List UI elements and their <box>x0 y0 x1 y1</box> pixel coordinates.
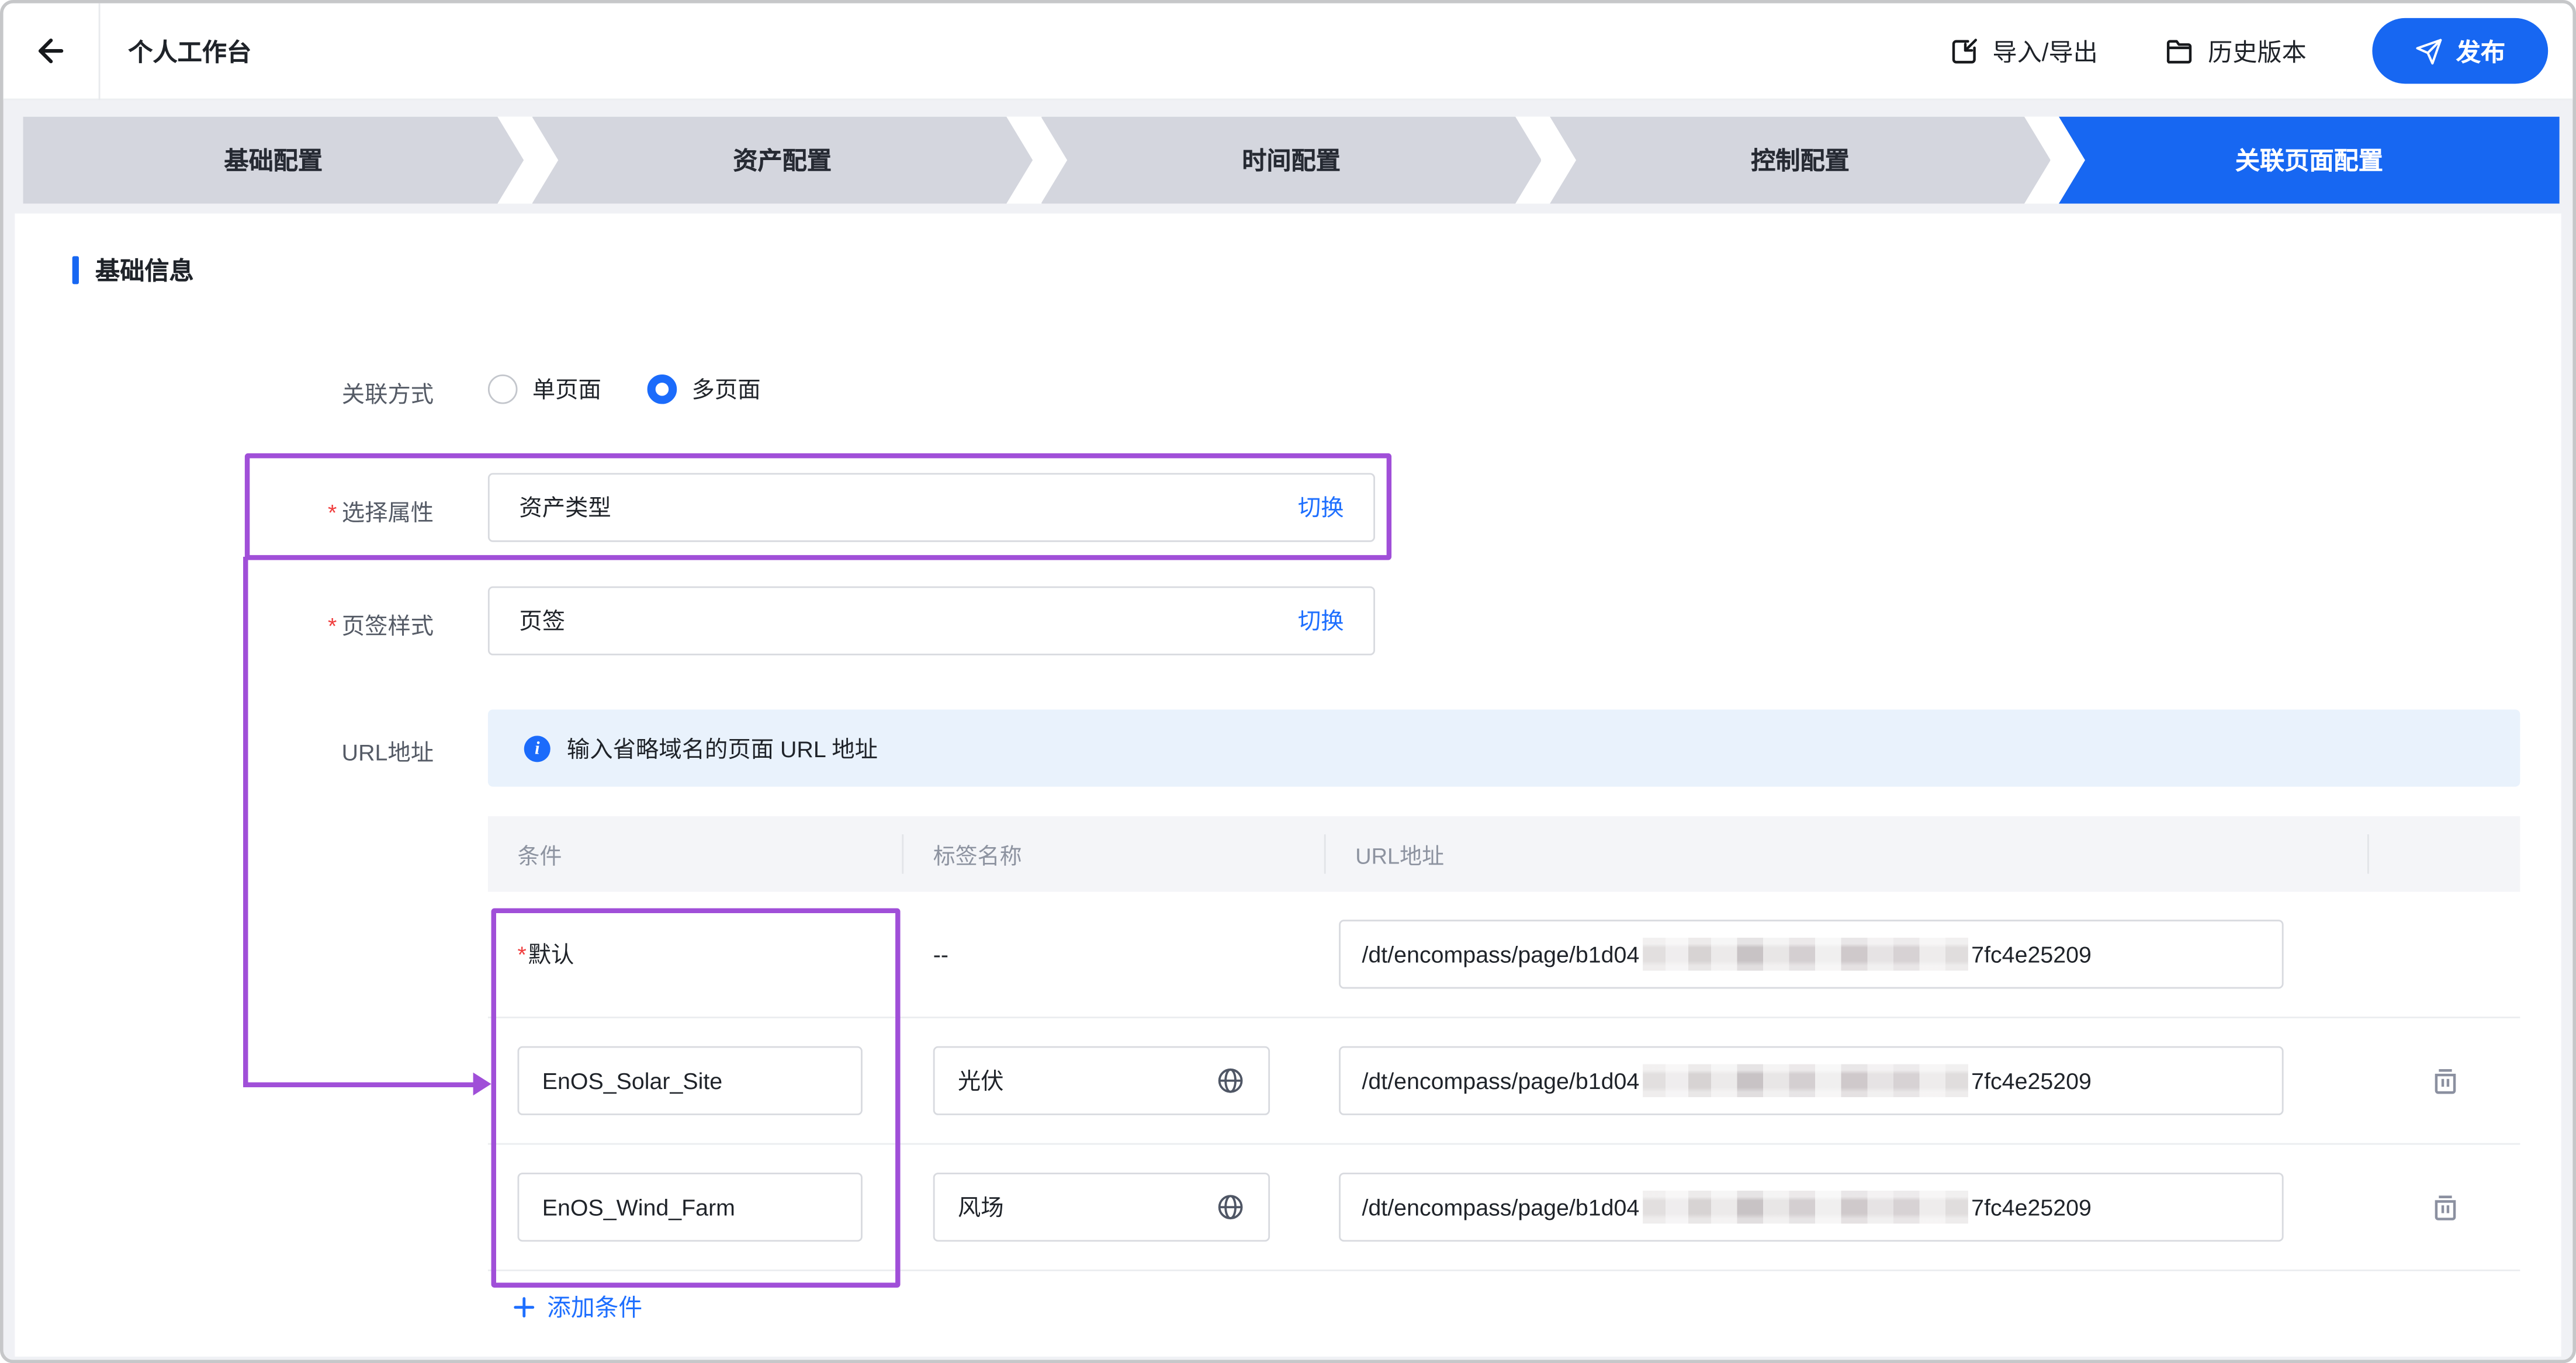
radio-multi-page-label: 多页面 <box>692 373 761 405</box>
top-bar: 个人工作台 导入/导出 历史版本 <box>4 4 2573 100</box>
import-export-icon <box>1948 35 1979 66</box>
url-cell: /dt/encompass/page/b1d04 7fc4e25209 <box>1326 1018 2369 1143</box>
column-header-condition: 条件 <box>488 816 903 892</box>
url-suffix: 7fc4e25209 <box>1971 1194 2092 1220</box>
url-input-default[interactable]: /dt/encompass/page/b1d04 7fc4e25209 <box>1339 920 2283 989</box>
tag-cell-wind: 风场 <box>903 1144 1325 1270</box>
tab-style-label: *页签样式 <box>15 609 434 642</box>
url-suffix: 7fc4e25209 <box>1971 1067 2092 1094</box>
url-input-wind[interactable]: /dt/encompass/page/b1d04 7fc4e25209 <box>1339 1173 2283 1241</box>
table-row-wind: EnOS_Wind_Farm 风场 /dt/encompass/pa <box>488 1144 2520 1271</box>
step-basic-config[interactable]: 基础配置 <box>23 117 524 204</box>
page-title: 个人工作台 <box>128 34 251 68</box>
app-window: 个人工作台 导入/导出 历史版本 <box>0 0 2576 1363</box>
select-attribute-field[interactable]: 资产类型 切换 <box>488 473 1375 542</box>
tag-cell-default: -- <box>903 892 1325 1017</box>
url-prefix: /dt/encompass/page/b1d04 <box>1362 1194 1639 1220</box>
actions-cell <box>2369 1018 2520 1143</box>
url-redacted-segment <box>1643 1191 1968 1223</box>
condition-default-text: 默认 <box>528 938 574 970</box>
publish-label: 发布 <box>2456 34 2505 68</box>
required-asterisk: * <box>518 941 527 967</box>
header-actions: 导入/导出 历史版本 发布 <box>1948 18 2573 84</box>
tag-cell-solar: 光伏 <box>903 1018 1325 1143</box>
url-input-solar[interactable]: /dt/encompass/page/b1d04 7fc4e25209 <box>1339 1046 2283 1115</box>
section-header: 基础信息 <box>72 253 194 287</box>
column-header-actions <box>2369 816 2520 892</box>
step-linked-page-config[interactable]: 关联页面配置 <box>2059 117 2560 204</box>
section-accent-bar <box>72 256 79 285</box>
url-prefix: /dt/encompass/page/b1d04 <box>1362 1067 1639 1094</box>
import-export-button[interactable]: 导入/导出 <box>1948 34 2098 68</box>
history-versions-button[interactable]: 历史版本 <box>2163 34 2307 68</box>
step-wizard: 基础配置 资产配置 时间配置 控制配置 关联页面配置 <box>23 117 2559 204</box>
add-condition-button[interactable]: 添加条件 <box>511 1289 642 1324</box>
radio-circle-selected[interactable] <box>648 374 677 404</box>
tab-style-switch-link[interactable]: 切换 <box>1298 605 1344 637</box>
required-asterisk: * <box>328 613 337 639</box>
select-attribute-value: 资产类型 <box>519 491 611 524</box>
tag-solar-text: 光伏 <box>958 1064 1004 1097</box>
tag-wind-text: 风场 <box>958 1191 1004 1223</box>
annotation-connector-horizontal <box>243 1083 475 1087</box>
url-redacted-segment <box>1643 938 1968 970</box>
table-header-row: 条件 标签名称 URL地址 <box>488 816 2520 892</box>
url-hint-text: 输入省略域名的页面 URL 地址 <box>567 731 878 764</box>
radio-single-page[interactable]: 单页面 <box>488 373 601 405</box>
condition-cell-default: * 默认 <box>488 892 903 1017</box>
info-icon: i <box>524 735 550 761</box>
plus-icon <box>511 1293 537 1320</box>
actions-cell <box>2369 1144 2520 1270</box>
section-title: 基础信息 <box>95 253 194 287</box>
step-control-config[interactable]: 控制配置 <box>1550 117 2051 204</box>
radio-single-page-label: 单页面 <box>532 373 601 405</box>
select-attribute-switch-link[interactable]: 切换 <box>1298 491 1344 524</box>
actions-cell <box>2369 892 2520 1017</box>
tag-input-wind[interactable]: 风场 <box>933 1173 1270 1241</box>
link-mode-radio-group: 单页面 多页面 <box>488 366 761 412</box>
condition-cell-wind: EnOS_Wind_Farm <box>488 1144 903 1270</box>
globe-icon[interactable] <box>1216 1066 1245 1095</box>
condition-cell-solar: EnOS_Solar_Site <box>488 1018 903 1143</box>
step-asset-config[interactable]: 资产配置 <box>532 117 1033 204</box>
back-arrow-icon <box>33 33 69 69</box>
condition-input-wind[interactable]: EnOS_Wind_Farm <box>518 1173 863 1241</box>
column-header-url: URL地址 <box>1326 816 2369 892</box>
folder-icon <box>2163 35 2194 66</box>
url-redacted-segment <box>1643 1064 1968 1097</box>
url-suffix: 7fc4e25209 <box>1971 941 2092 967</box>
history-versions-label: 历史版本 <box>2208 34 2307 68</box>
url-address-label: URL地址 <box>15 736 434 768</box>
import-export-label: 导入/导出 <box>1992 34 2097 68</box>
select-attribute-label: *选择属性 <box>15 496 434 529</box>
select-attribute-label-text: 选择属性 <box>342 500 434 526</box>
send-icon <box>2415 37 2443 65</box>
url-cell: /dt/encompass/page/b1d04 7fc4e25209 <box>1326 892 2369 1017</box>
content-panel: 基础信息 关联方式 单页面 多页面 *选择属性 资产类型 切换 *页签样式 <box>15 213 2561 1357</box>
radio-multi-page[interactable]: 多页面 <box>648 373 761 405</box>
required-asterisk: * <box>328 500 337 526</box>
url-cell: /dt/encompass/page/b1d04 7fc4e25209 <box>1326 1144 2369 1270</box>
link-mode-label: 关联方式 <box>15 378 434 411</box>
add-condition-label: 添加条件 <box>547 1289 642 1324</box>
globe-icon[interactable] <box>1216 1192 1245 1222</box>
tab-style-field[interactable]: 页签 切换 <box>488 587 1375 656</box>
url-prefix: /dt/encompass/page/b1d04 <box>1362 941 1639 967</box>
table-row-default: * 默认 -- /dt/encompass/page/b1d04 7fc4e252… <box>488 892 2520 1018</box>
delete-row-icon[interactable] <box>2429 1192 2460 1223</box>
tag-input-solar[interactable]: 光伏 <box>933 1046 1270 1115</box>
radio-circle-unselected[interactable] <box>488 374 518 404</box>
publish-button[interactable]: 发布 <box>2372 18 2548 84</box>
url-hint-banner: i 输入省略域名的页面 URL 地址 <box>488 709 2520 786</box>
column-header-tag: 标签名称 <box>903 816 1325 892</box>
tab-style-value: 页签 <box>519 605 565 637</box>
back-button[interactable] <box>4 2 101 99</box>
delete-row-icon[interactable] <box>2429 1065 2460 1096</box>
table-row-solar: EnOS_Solar_Site 光伏 /dt/encompass/p <box>488 1018 2520 1144</box>
step-time-config[interactable]: 时间配置 <box>1041 117 1542 204</box>
condition-input-solar[interactable]: EnOS_Solar_Site <box>518 1046 863 1115</box>
url-config-table: 条件 标签名称 URL地址 * 默认 -- /dt/encompass/page… <box>488 816 2520 1271</box>
tab-style-label-text: 页签样式 <box>342 613 434 639</box>
